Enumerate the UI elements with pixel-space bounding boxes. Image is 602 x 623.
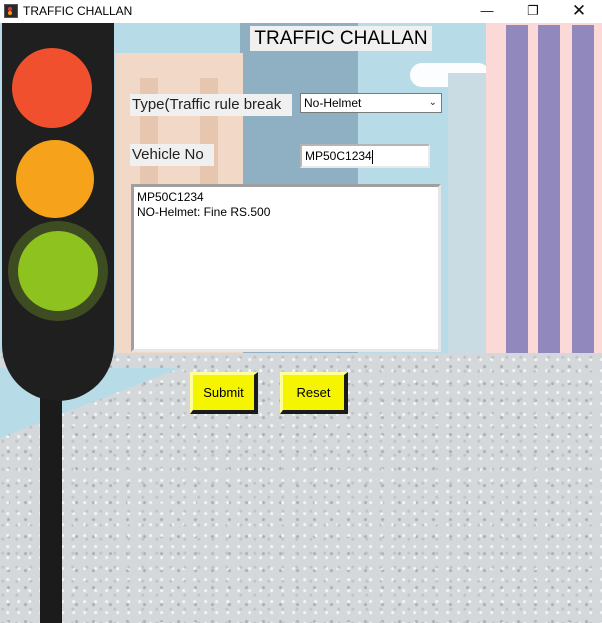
vehicle-number-input[interactable]: MP50C1234 — [300, 144, 430, 168]
vehicle-number-value: MP50C1234 — [305, 149, 372, 163]
window-title: TRAFFIC CHALLAN — [23, 4, 133, 18]
violation-type-label: Type(Traffic rule break — [130, 94, 292, 116]
app-window: TRAFFIC CHALLAN — ❐ ✕ TRAFFIC CHALLAN Ty… — [0, 0, 602, 623]
vehicle-number-label: Vehicle No — [130, 144, 214, 166]
app-icon — [4, 4, 18, 18]
chevron-down-icon[interactable]: ⌄ — [429, 94, 437, 112]
building-window-stripe — [538, 25, 560, 365]
page-title: TRAFFIC CHALLAN — [250, 26, 432, 51]
building-window-stripe — [506, 25, 528, 360]
green-light-icon — [18, 231, 98, 311]
building-grey — [448, 73, 488, 363]
building-window-stripe — [572, 25, 594, 370]
close-button[interactable]: ✕ — [556, 0, 602, 22]
reset-button[interactable]: Reset — [280, 372, 348, 414]
violation-type-select[interactable]: No-Helmet ⌄ — [300, 93, 442, 113]
title-bar[interactable]: TRAFFIC CHALLAN — ❐ ✕ — [0, 0, 602, 22]
amber-light-icon — [16, 140, 94, 218]
output-line: NO-Helmet: Fine RS.500 — [137, 205, 271, 219]
submit-button[interactable]: Submit — [190, 372, 258, 414]
minimize-button[interactable]: — — [464, 0, 510, 22]
traffic-light-housing — [2, 23, 114, 401]
text-cursor — [371, 149, 373, 164]
output-line: MP50C1234 — [137, 190, 204, 204]
form-canvas: TRAFFIC CHALLAN Type(Traffic rule break … — [0, 23, 602, 623]
maximize-button[interactable]: ❐ — [510, 0, 556, 22]
violation-type-value: No-Helmet — [304, 96, 362, 110]
red-light-icon — [12, 48, 92, 128]
challan-output-textarea[interactable]: MP50C1234 NO-Helmet: Fine RS.500 — [131, 184, 441, 352]
traffic-light-pole — [40, 383, 62, 623]
